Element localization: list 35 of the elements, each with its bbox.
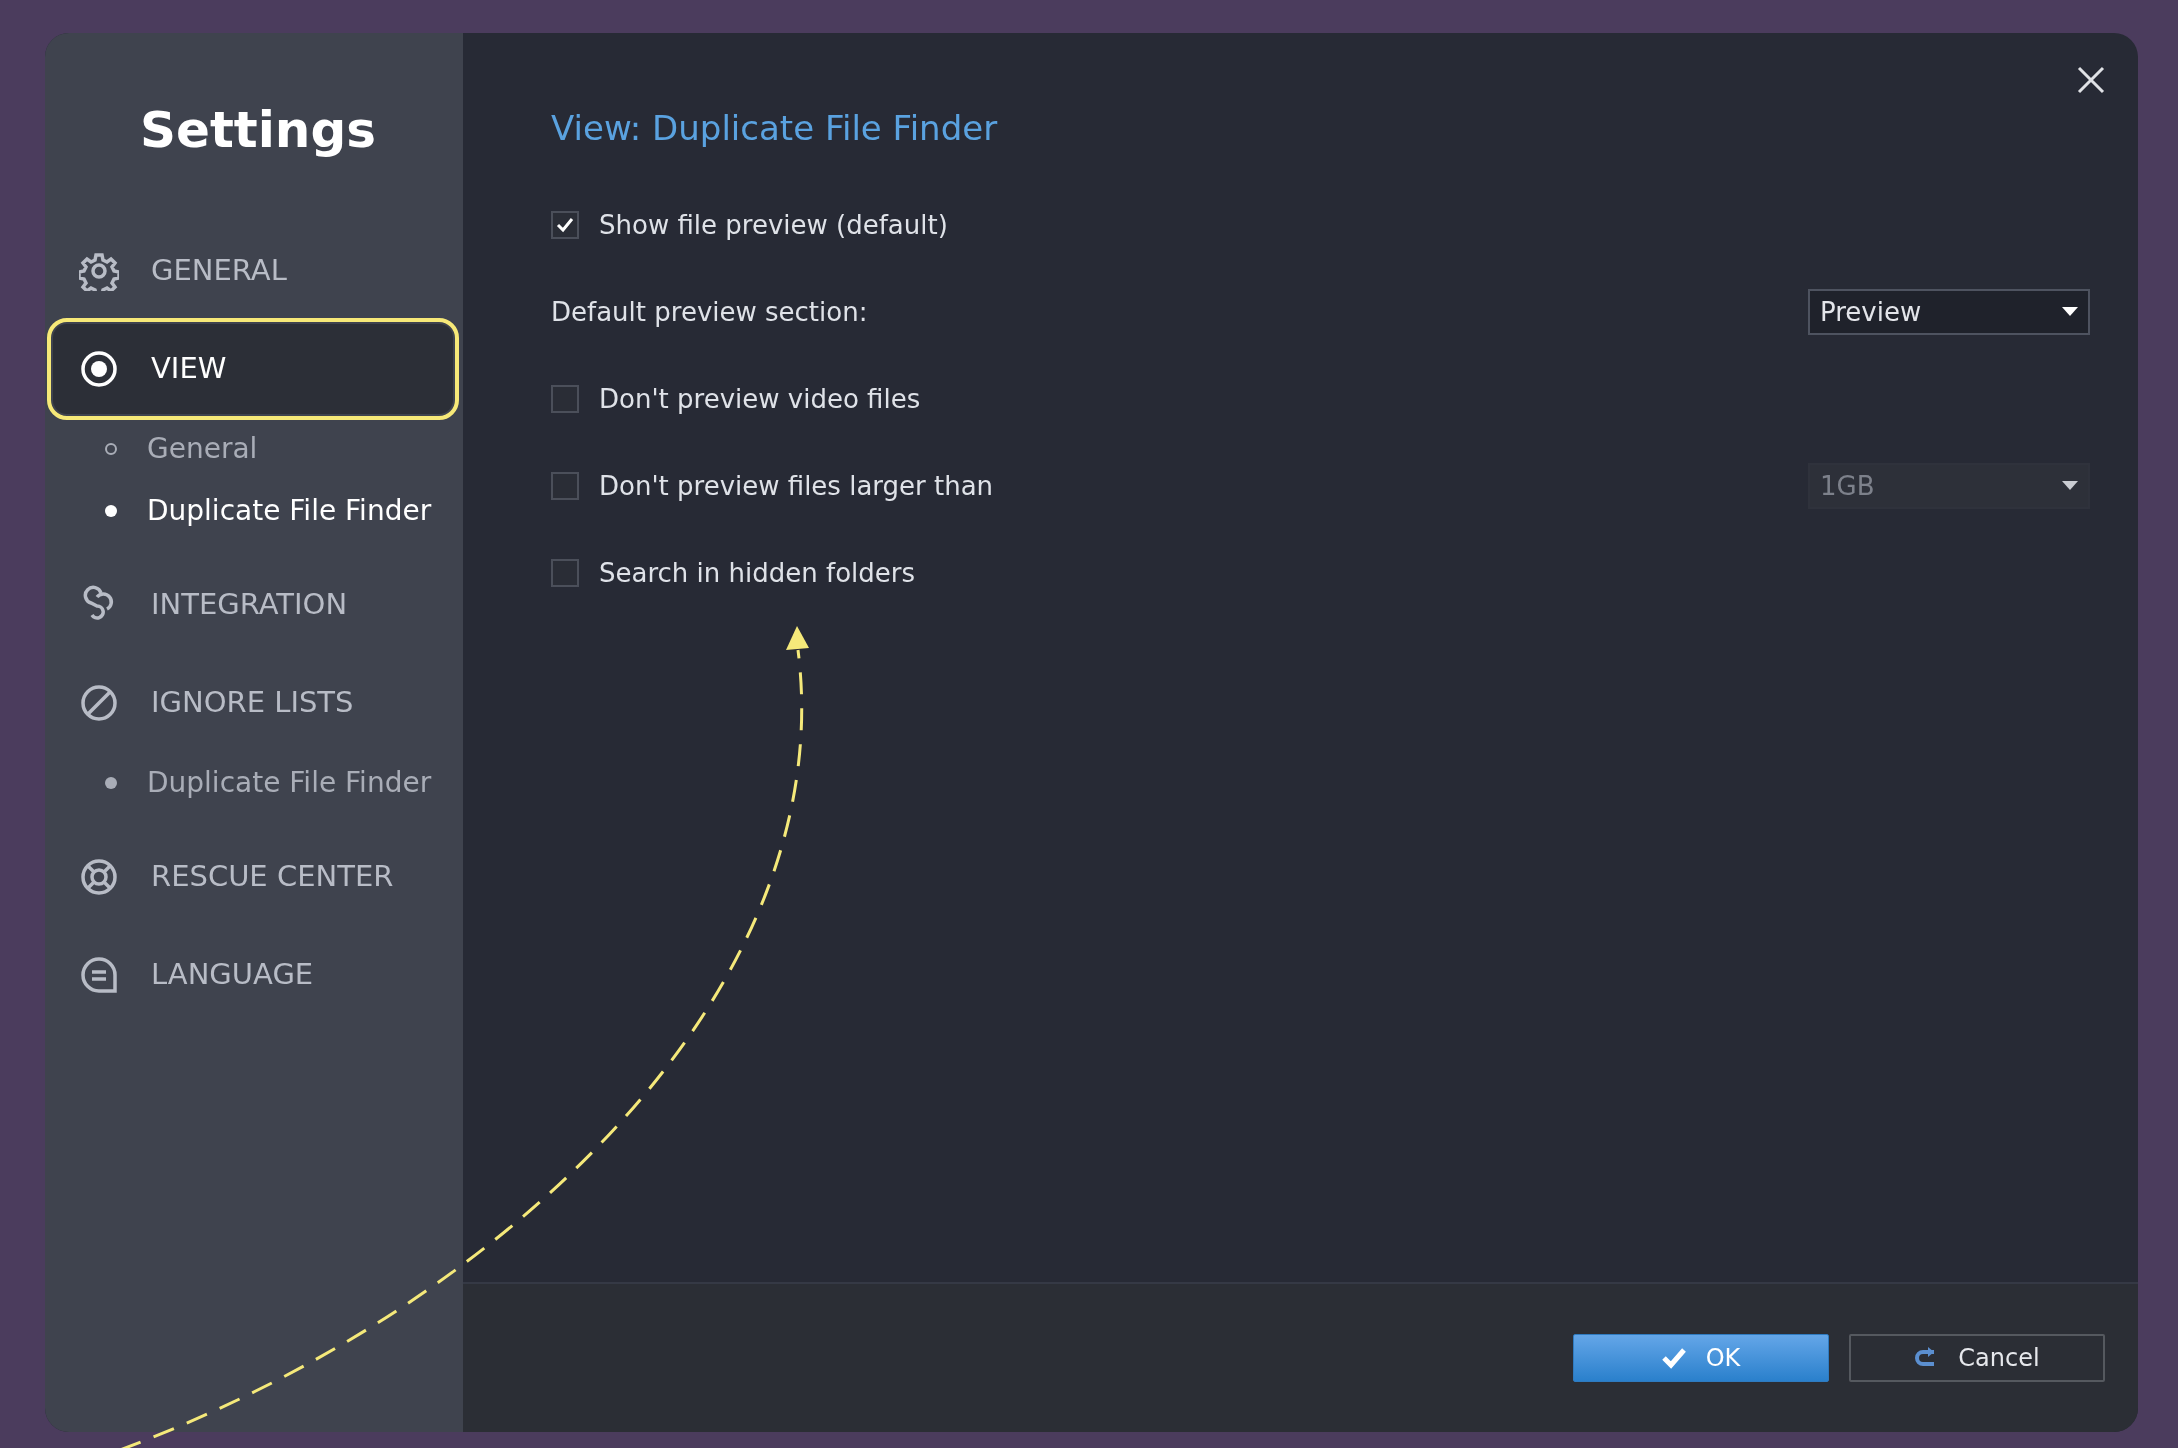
checkbox[interactable]	[551, 385, 579, 413]
page-title: View: Duplicate File Finder	[551, 107, 999, 150]
close-icon	[2076, 65, 2106, 95]
cancel-button[interactable]: Cancel	[1849, 1334, 2105, 1382]
sidebar-item[interactable]: IGNORE LISTS	[45, 658, 453, 748]
checkbox-label: Show file preview (default)	[599, 208, 948, 242]
lifebuoy-icon	[79, 857, 119, 897]
checkbox-label: Search in hidden folders	[599, 556, 916, 590]
checkbox[interactable]	[551, 211, 579, 239]
checkbox[interactable]	[551, 472, 579, 500]
sidebar-subitem[interactable]: Duplicate File Finder	[45, 754, 463, 812]
settings-title: Settings	[139, 100, 377, 161]
check-icon	[556, 216, 574, 234]
gear-icon	[79, 251, 119, 291]
dot-bullet-icon	[105, 777, 117, 789]
checkbox-label: Don't preview video files	[599, 382, 921, 416]
sidebar-subitem[interactable]: General	[45, 420, 463, 478]
sidebar-item[interactable]: INTEGRATION	[45, 560, 453, 650]
check-icon	[1661, 1346, 1686, 1370]
sidebar-item[interactable]: GENERAL	[45, 226, 453, 316]
chat-bubble-icon	[79, 955, 119, 995]
sidebar-item[interactable]: LANGUAGE	[45, 930, 453, 1020]
checkbox-label: Don't preview files larger than	[599, 469, 994, 503]
checkbox[interactable]	[551, 559, 579, 587]
ok-button[interactable]: OK	[1573, 1334, 1829, 1382]
dot-bullet-icon	[105, 505, 117, 517]
circle-icon	[79, 349, 119, 389]
prohibited-icon	[79, 683, 119, 723]
sidebar-item[interactable]: RESCUE CENTER	[45, 832, 453, 922]
field-label: Default preview section:	[551, 295, 868, 329]
caret-icon	[2062, 307, 2078, 317]
sidebar-subitem[interactable]: Duplicate File Finder	[45, 482, 463, 540]
caret-icon	[2062, 481, 2078, 491]
ring-bullet-icon	[105, 443, 117, 455]
dropdown[interactable]: Preview	[1808, 289, 2090, 335]
